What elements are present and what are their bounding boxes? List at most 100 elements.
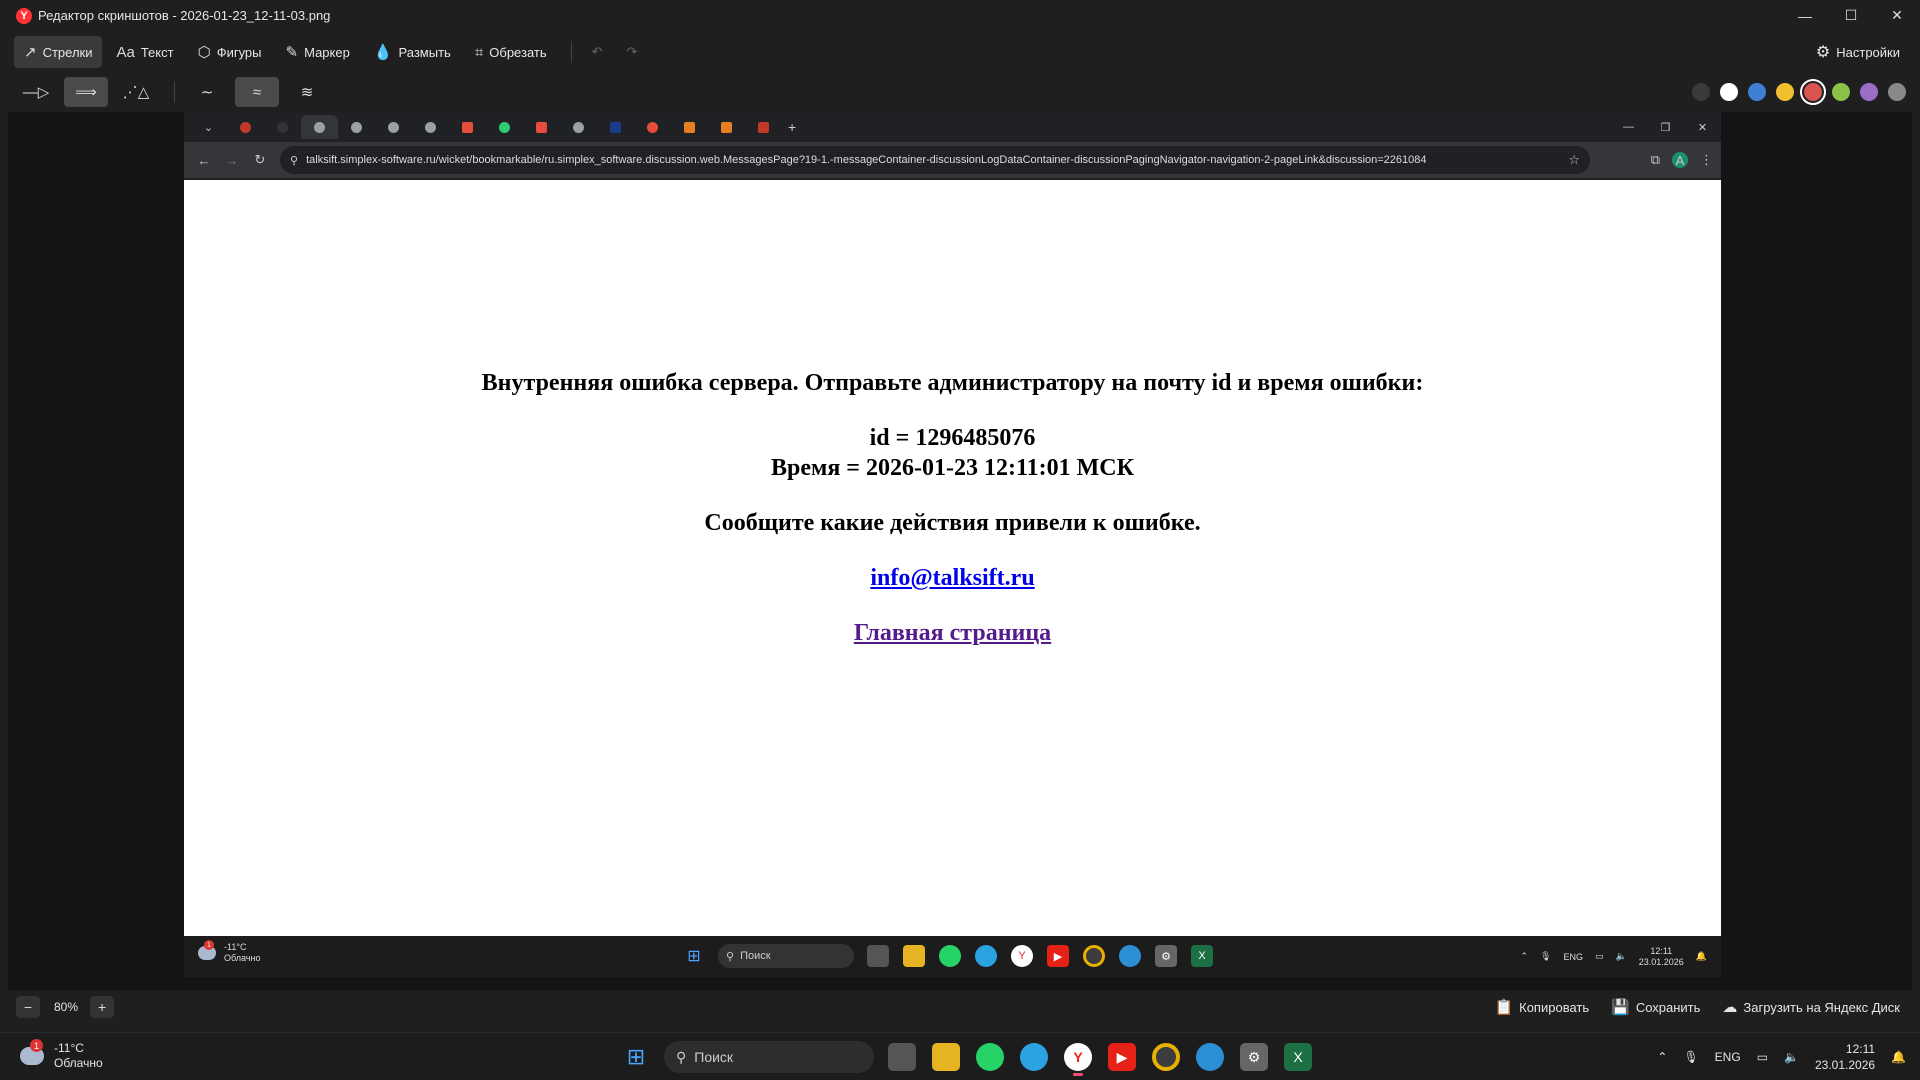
divider: [174, 81, 175, 103]
settings-button[interactable]: ⚙ Настройки: [1816, 34, 1900, 70]
copy-button[interactable]: 📋 Копировать: [1494, 998, 1589, 1016]
chevron-up-icon: ⌃: [1520, 951, 1529, 961]
yandex-browser-icon[interactable]: Y: [1064, 1043, 1092, 1076]
browser-tab[interactable]: [671, 115, 708, 139]
tool-text-button[interactable]: Aa Текст: [106, 36, 183, 68]
back-icon[interactable]: ←: [190, 153, 218, 168]
network-icon[interactable]: ▭: [1757, 1050, 1768, 1064]
upload-label: Загрузить на Яндекс Диск: [1743, 999, 1900, 1015]
close-icon[interactable]: ✕: [1684, 112, 1721, 142]
tab-search-icon[interactable]: ⌄: [190, 115, 227, 139]
browser-tab[interactable]: [708, 115, 745, 139]
close-icon[interactable]: ✕: [1874, 0, 1920, 31]
save-button[interactable]: 💾 Сохранить: [1611, 998, 1700, 1016]
home-link[interactable]: Главная страница: [854, 620, 1051, 646]
minimize-icon[interactable]: —: [1610, 112, 1647, 142]
address-bar[interactable]: ⚲ talksift.simplex-software.ru/wicket/bo…: [280, 146, 1590, 174]
browser-tab-strip: ⌄ + — ❐ ✕: [184, 112, 1721, 142]
color-swatch-4[interactable]: [1800, 79, 1826, 105]
browser-tab[interactable]: [745, 115, 782, 139]
color-swatch-3[interactable]: [1776, 83, 1794, 101]
color-swatch-2[interactable]: [1748, 83, 1766, 101]
restore-icon[interactable]: ❐: [1647, 112, 1684, 142]
temperature: -11°C: [224, 942, 247, 952]
arrow-thin-style-button[interactable]: —▷: [14, 77, 58, 107]
language-indicator[interactable]: ENG: [1715, 1050, 1741, 1064]
tool-blur-button[interactable]: 💧 Размыть: [364, 36, 461, 68]
crop-icon: ⌗: [474, 43, 484, 61]
arrow-bold-icon: ⟹: [75, 84, 97, 101]
browser-tab[interactable]: [560, 115, 597, 139]
forward-icon[interactable]: →: [218, 153, 246, 168]
excel-icon[interactable]: X: [1284, 1043, 1312, 1071]
zoom-in-button[interactable]: +: [90, 996, 115, 1018]
browser-tab[interactable]: [375, 115, 412, 139]
tool-shapes-button[interactable]: ⬡ Фигуры: [188, 36, 272, 68]
network-icon: ▭: [1595, 951, 1604, 961]
browser-tab[interactable]: [412, 115, 449, 139]
blur-drop-icon: 💧: [373, 44, 393, 61]
browser-tab[interactable]: [227, 115, 264, 139]
task-view-icon[interactable]: [888, 1043, 916, 1071]
bookmark-star-icon[interactable]: ☆: [1568, 152, 1580, 168]
telegram-icon[interactable]: [1020, 1043, 1048, 1071]
minimize-icon[interactable]: —: [1782, 0, 1828, 31]
color-swatch-6[interactable]: [1860, 83, 1878, 101]
browser-tab[interactable]: [597, 115, 634, 139]
settings-gear-icon[interactable]: ⚙: [1240, 1043, 1268, 1071]
whatsapp-icon[interactable]: [976, 1043, 1004, 1071]
tool-label: Размыть: [398, 44, 451, 60]
browser-tab[interactable]: [338, 115, 375, 139]
browser-tab[interactable]: [449, 115, 486, 139]
site-settings-icon[interactable]: ⚲: [290, 154, 298, 167]
edge-icon[interactable]: [1196, 1043, 1224, 1071]
new-tab-button[interactable]: +: [788, 119, 796, 135]
report-instruction: Сообщите какие действия привели к ошибке…: [704, 510, 1201, 536]
arrow-bold-style-button[interactable]: ⟹: [64, 77, 108, 107]
search-label: Поиск: [740, 950, 771, 962]
reload-icon[interactable]: ↻: [246, 152, 274, 168]
arrow-dotted-style-button[interactable]: ⋰△: [114, 77, 158, 107]
browser-tab[interactable]: [634, 115, 671, 139]
zoom-out-button[interactable]: −: [16, 996, 40, 1018]
file-explorer-icon[interactable]: [932, 1043, 960, 1071]
arrow-thin-icon: —▷: [22, 84, 50, 101]
tool-arrows-button[interactable]: ↗ Стрелки: [14, 36, 103, 68]
color-swatch-1[interactable]: [1720, 83, 1738, 101]
browser-tab[interactable]: [523, 115, 560, 139]
tool-crop-button[interactable]: ⌗ Обрезать: [465, 36, 557, 68]
tool-marker-button[interactable]: ✎ Маркер: [276, 36, 360, 68]
editor-toolbar: ↗ Стрелки Aa Текст ⬡ Фигуры ✎ Маркер 💧 Р…: [0, 34, 1920, 70]
color-swatch-5[interactable]: [1832, 83, 1850, 101]
microphone-icon[interactable]: 🎙: [1683, 1050, 1698, 1064]
menu-icon[interactable]: ⋮: [1700, 152, 1713, 168]
color-swatch-0[interactable]: [1692, 83, 1710, 101]
chrome-icon[interactable]: [1152, 1043, 1180, 1071]
browser-tab[interactable]: [264, 115, 301, 139]
extensions-icon[interactable]: ⧉: [1651, 152, 1660, 168]
youtube-icon[interactable]: ▶: [1108, 1043, 1136, 1071]
color-swatch-7[interactable]: [1888, 83, 1906, 101]
browser-tab-active[interactable]: [301, 115, 338, 139]
tool-label: Обрезать: [489, 44, 547, 60]
stroke-medium-button[interactable]: ≈: [235, 77, 279, 107]
maximize-icon[interactable]: ☐: [1828, 0, 1874, 31]
browser-tab[interactable]: [486, 115, 523, 139]
email-link[interactable]: info@talksift.ru: [870, 565, 1034, 591]
stroke-thin-button[interactable]: ∼: [185, 77, 229, 107]
volume-icon[interactable]: 🔈: [1784, 1050, 1799, 1064]
windows-start-icon[interactable]: ⊞: [622, 1043, 650, 1071]
taskbar-search[interactable]: ⚲ Поиск: [664, 1041, 874, 1073]
shapes-icon: ⬡: [197, 44, 211, 61]
weather-widget[interactable]: 1 -11°C Облачно: [20, 1039, 103, 1071]
browser-window-controls: — ❐ ✕: [1610, 112, 1721, 142]
clock[interactable]: 12:11 23.01.2026: [1815, 1041, 1875, 1073]
profile-avatar[interactable]: A: [1672, 152, 1688, 168]
undo-button[interactable]: ↶: [582, 36, 613, 68]
chevron-up-icon[interactable]: ⌃: [1657, 1050, 1667, 1064]
stroke-thick-button[interactable]: ≋: [285, 77, 329, 107]
upload-disk-button[interactable]: ☁ Загрузить на Яндекс Диск: [1722, 998, 1900, 1016]
bell-icon[interactable]: 🔔: [1891, 1050, 1906, 1064]
redo-button[interactable]: ↷: [617, 36, 648, 68]
clipboard-icon: 📋: [1494, 999, 1514, 1016]
